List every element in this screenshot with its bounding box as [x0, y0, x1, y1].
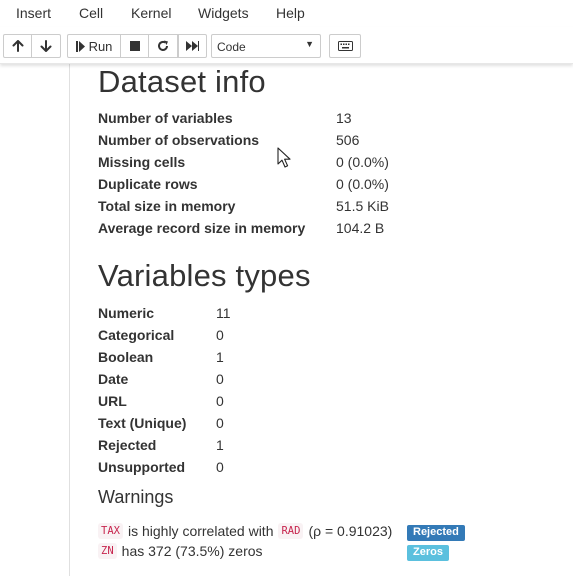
- warning-item: TAX is highly correlated with RAD (ρ = 0…: [98, 523, 392, 539]
- type-count: 0: [216, 415, 224, 431]
- menu-help[interactable]: Help: [276, 5, 305, 21]
- arrow-up-icon: [12, 40, 23, 52]
- warning-item: ZN has 372 (73.5%) zeros: [98, 543, 263, 559]
- menu-bar: Insert Cell Kernel Widgets Help: [0, 0, 573, 27]
- stat-value: 104.2 B: [336, 220, 385, 236]
- move-up-button[interactable]: [3, 34, 32, 58]
- type-label: Categorical: [98, 327, 175, 343]
- stat-label: Number of variables: [98, 110, 233, 126]
- menu-cell[interactable]: Cell: [79, 5, 103, 21]
- arrow-down-icon: [40, 40, 52, 52]
- type-count: 1: [216, 437, 224, 453]
- chevron-down-icon: ▼: [305, 39, 314, 49]
- menu-insert[interactable]: Insert: [16, 5, 51, 21]
- type-label: Numeric: [98, 305, 155, 321]
- stat-value: 506: [336, 132, 360, 148]
- restart-run-all-button[interactable]: [178, 34, 207, 58]
- fast-forward-icon: [186, 41, 199, 51]
- stat-value: 51.5 KiB: [336, 198, 389, 214]
- stat-value: 0 (0.0%): [336, 154, 389, 170]
- type-label: Text (Unique): [98, 415, 187, 431]
- step-forward-icon: [75, 40, 85, 52]
- cell-type-select[interactable]: Code ▼: [211, 34, 321, 58]
- type-count: 0: [216, 327, 224, 343]
- zeros-badge: Zeros: [407, 545, 449, 561]
- dataset-info-title: Dataset info: [98, 64, 266, 99]
- interrupt-button[interactable]: [121, 34, 149, 58]
- variable-code[interactable]: ZN: [98, 543, 117, 559]
- cell-type-value: Code: [217, 40, 246, 54]
- stat-label: Average record size in memory: [98, 220, 306, 236]
- variable-code[interactable]: TAX: [98, 523, 123, 539]
- type-label: Boolean: [98, 349, 154, 365]
- stat-label: Number of observations: [98, 132, 260, 148]
- warning-text: (ρ = 0.91023): [308, 523, 393, 539]
- stat-label: Missing cells: [98, 154, 186, 170]
- restart-icon: [158, 40, 168, 51]
- move-down-button[interactable]: [31, 34, 61, 58]
- type-label: Unsupported: [98, 459, 186, 475]
- warning-text: is highly correlated with: [127, 523, 274, 539]
- keyboard-icon: [337, 41, 353, 51]
- variable-types-title: Variables types: [98, 258, 311, 293]
- rejected-badge: Rejected: [407, 525, 465, 541]
- cell-left-border: [69, 64, 70, 576]
- notebook-output-area: Dataset info Number of variables 13 Numb…: [0, 64, 573, 576]
- command-palette-button[interactable]: [329, 34, 361, 58]
- notebook-window: Insert Cell Kernel Widgets Help Run Code…: [0, 0, 573, 576]
- toolbar: Run Code ▼: [0, 27, 573, 64]
- stop-icon: [129, 41, 140, 51]
- menu-widgets[interactable]: Widgets: [198, 5, 249, 21]
- type-label: URL: [98, 393, 127, 409]
- stat-value: 13: [336, 110, 352, 126]
- variable-code[interactable]: RAD: [278, 523, 304, 539]
- type-count: 0: [216, 393, 224, 409]
- warnings-title: Warnings: [98, 487, 174, 507]
- type-count: 11: [216, 305, 231, 321]
- type-label: Date: [98, 371, 129, 387]
- run-button[interactable]: Run: [67, 34, 121, 58]
- run-button-label: Run: [88, 38, 113, 54]
- stat-value: 0 (0.0%): [336, 176, 389, 192]
- mouse-cursor-icon: [277, 147, 291, 168]
- stat-label: Duplicate rows: [98, 176, 198, 192]
- restart-button[interactable]: [149, 34, 178, 58]
- type-count: 0: [216, 371, 224, 387]
- type-count: 1: [216, 349, 224, 365]
- stat-label: Total size in memory: [98, 198, 236, 214]
- warning-text: has 372 (73.5%) zeros: [121, 543, 263, 559]
- type-count: 0: [216, 459, 224, 475]
- menu-kernel[interactable]: Kernel: [131, 5, 171, 21]
- type-label: Rejected: [98, 437, 157, 453]
